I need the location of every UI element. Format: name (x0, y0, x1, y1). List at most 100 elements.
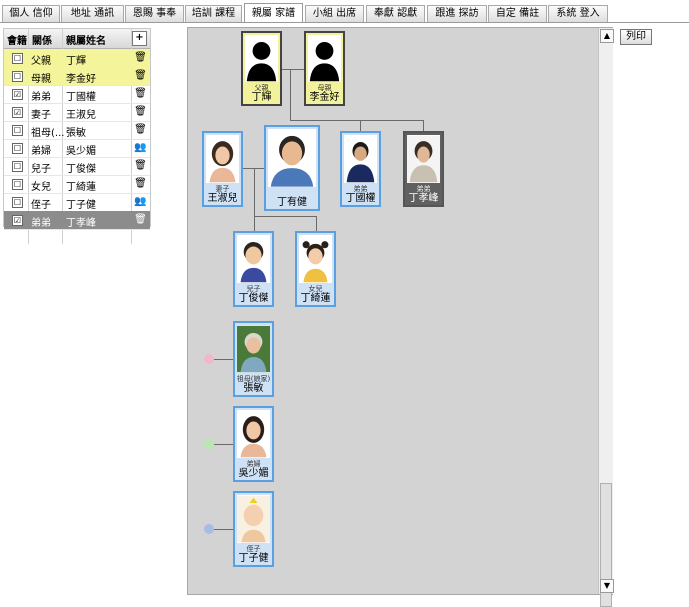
member-checkbox[interactable]: ☑ (12, 89, 23, 100)
list-item[interactable]: ☐ 父親 丁輝 🗑 (4, 49, 150, 68)
list-header: 會籍 關係 親屬姓名 + (4, 29, 150, 49)
member-checkbox[interactable]: ☐ (12, 71, 23, 82)
connector-line (254, 216, 317, 217)
connector-line (214, 359, 233, 360)
name-cell: 吳少媚 (66, 146, 96, 157)
silhouette-icon (245, 35, 278, 82)
list-item[interactable]: ☐ 弟婦 吳少媚 👥 (4, 139, 150, 158)
list-item[interactable]: ☐ 兒子 丁俊傑 🗑 (4, 157, 150, 176)
connector-line (214, 529, 233, 530)
tab-notes[interactable]: 自定 備註 (488, 5, 547, 22)
member-checkbox[interactable]: ☐ (12, 143, 23, 154)
person-card-father[interactable]: 父親 丁輝 (241, 31, 282, 106)
add-relative-button[interactable]: + (132, 31, 147, 46)
print-button[interactable]: 列印 (620, 29, 652, 45)
tab-address[interactable]: 地址 通訊 (61, 5, 124, 22)
portrait-photo (237, 495, 270, 543)
card-name: 丁俊傑 (238, 293, 269, 304)
tab-system[interactable]: 系統 登入 (548, 5, 608, 22)
header-member: 會籍 (7, 36, 27, 47)
edit-icon[interactable]: 🗑 (134, 123, 147, 136)
tab-personal[interactable]: 個人 信仰 (2, 5, 60, 22)
person-card-sister-in-law[interactable]: 弟婦 吳少媚 (233, 406, 274, 482)
list-item[interactable]: ☐ 母親 李金好 🗑 (4, 67, 150, 86)
tab-followup[interactable]: 跟進 探訪 (427, 5, 487, 22)
card-name: 李金好 (309, 92, 340, 103)
card-name: 丁國權 (345, 193, 376, 204)
tab-family-tree[interactable]: 親屬 家譜 (244, 3, 303, 23)
edit-icon[interactable]: 🗑 (134, 69, 147, 82)
name-cell: 丁國權 (66, 92, 96, 103)
person-card-daughter[interactable]: 女兒 丁綺蓮 (295, 231, 336, 307)
member-checkbox[interactable]: ☐ (12, 197, 23, 208)
portrait-photo (237, 410, 270, 458)
card-name: 丁綺蓮 (300, 293, 331, 304)
relation-cell: 弟婦 (31, 146, 51, 157)
member-checkbox[interactable]: ☐ (12, 53, 23, 64)
card-name: 吳少媚 (238, 468, 269, 479)
member-checkbox[interactable]: ☐ (12, 179, 23, 190)
vertical-scrollbar[interactable]: ▲ ▼ (598, 28, 614, 607)
list-item-selected[interactable]: ☑ 弟弟 丁孝峰 🗑 (4, 211, 150, 230)
person-card-grandma[interactable]: 祖母(娘家) 張敏 (233, 321, 274, 397)
name-cell: 丁輝 (66, 56, 86, 67)
list-item[interactable]: ☐ 女兒 丁綺蓮 🗑 (4, 175, 150, 194)
person-card-brother[interactable]: 弟弟 丁孝峰 (403, 131, 444, 207)
relatives-list: 會籍 關係 親屬姓名 + ☐ 父親 丁輝 🗑 ☐ 母親 李金好 🗑 ☑ 弟弟 丁… (3, 28, 151, 244)
relation-cell: 弟弟 (31, 218, 51, 229)
silhouette-icon (308, 35, 341, 82)
list-item[interactable]: ☐ 祖母(... 張敏 🗑 (4, 121, 150, 140)
tab-group[interactable]: 小組 出席 (305, 5, 364, 22)
edit-icon[interactable]: 🗑 (134, 213, 147, 226)
relation-cell: 母親 (31, 74, 51, 85)
portrait-photo (268, 129, 316, 187)
person-card-mother[interactable]: 母親 李金好 (304, 31, 345, 106)
name-cell: 李金好 (66, 74, 96, 85)
tab-bar: 個人 信仰 地址 通訊 恩賜 事奉 培訓 課程 親屬 家譜 小組 出席 奉獻 認… (0, 0, 689, 23)
member-checkbox[interactable]: ☐ (12, 125, 23, 136)
name-cell: 張敏 (66, 128, 86, 139)
tab-gifts[interactable]: 恩賜 事奉 (125, 5, 184, 22)
name-cell: 丁俊傑 (66, 164, 96, 175)
person-card-son[interactable]: 兒子 丁俊傑 (233, 231, 274, 307)
list-item[interactable]: ☑ 妻子 王淑兒 🗑 (4, 103, 150, 122)
card-name: 張敏 (243, 383, 264, 394)
edit-icon[interactable]: 🗑 (134, 105, 147, 118)
name-cell: 丁子健 (66, 200, 96, 211)
edit-icon[interactable]: 🗑 (134, 177, 147, 190)
scroll-up-icon[interactable]: ▲ (600, 29, 614, 43)
member-checkbox[interactable]: ☑ (12, 107, 23, 118)
header-name: 親屬姓名 (66, 36, 106, 47)
person-card-nephew[interactable]: 侄子 丁子健 (233, 491, 274, 567)
people-icon[interactable]: 👥 (134, 195, 147, 208)
edit-icon[interactable]: 🗑 (134, 159, 147, 172)
connector-line (282, 69, 305, 70)
relation-cell: 弟弟 (31, 92, 51, 103)
member-checkbox[interactable]: ☑ (12, 215, 23, 226)
person-card-brother[interactable]: 弟弟 丁國權 (340, 131, 381, 207)
card-name: 丁有健 (277, 197, 307, 208)
edit-icon[interactable]: 🗑 (134, 87, 147, 100)
list-item[interactable]: ☐ 侄子 丁子健 👥 (4, 193, 150, 212)
relation-cell: 祖母(... (31, 128, 65, 139)
people-icon[interactable]: 👥 (134, 141, 147, 154)
tab-offering[interactable]: 奉獻 認獻 (366, 5, 425, 22)
member-checkbox[interactable]: ☐ (12, 161, 23, 172)
pink-dot-icon (204, 354, 214, 364)
edit-icon[interactable]: 🗑 (134, 51, 147, 64)
person-card-wife[interactable]: 妻子 王淑兒 (202, 131, 243, 207)
connector-line (254, 168, 255, 216)
scroll-down-icon[interactable]: ▼ (600, 579, 614, 593)
tab-training[interactable]: 培訓 課程 (185, 5, 242, 22)
connector-line (214, 444, 233, 445)
relation-cell: 妻子 (31, 110, 51, 121)
connector-line (316, 216, 317, 232)
header-relation: 關係 (32, 36, 52, 47)
list-item[interactable]: ☑ 弟弟 丁國權 🗑 (4, 85, 150, 104)
portrait-photo (299, 235, 332, 283)
card-name: 丁子健 (238, 553, 269, 564)
tab-underline (0, 22, 689, 23)
person-card-self[interactable]: 丁有健 (264, 125, 320, 211)
relation-cell: 侄子 (31, 200, 51, 211)
blue-dot-icon (204, 524, 214, 534)
